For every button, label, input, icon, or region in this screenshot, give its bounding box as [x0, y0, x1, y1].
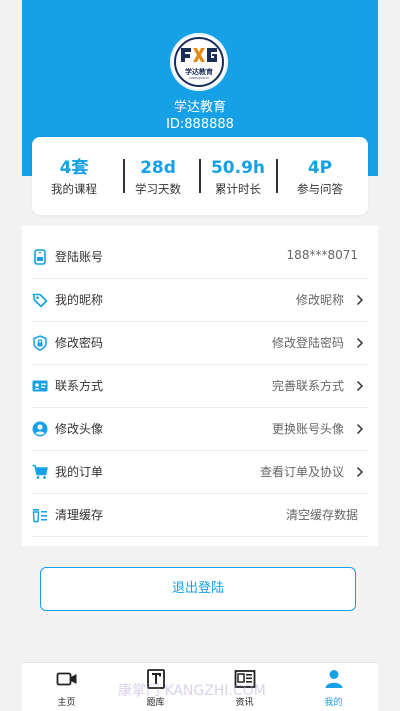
settings-item-value: 完善联系方式	[271, 379, 344, 393]
person-icon	[325, 670, 342, 688]
stat-label: 累计时长	[215, 182, 261, 196]
settings-item-label: 联系方式	[55, 379, 104, 393]
settings-item-account[interactable]: 登陆账号 188***8071	[32, 236, 368, 279]
logo-mark-icon	[181, 48, 217, 62]
settings-item-value: 188***8071	[286, 248, 358, 262]
settings-item-contact[interactable]: 联系方式 完善联系方式	[32, 365, 368, 408]
stats-card: 4套 我的课程 28d 学习天数 50.9h 累计时长 4P 参与问答	[32, 137, 368, 215]
app-screen: 学达教育 XUEDAJIAOYU 学达教育 ID:888888 4套 我的课程 …	[22, 0, 378, 711]
org-logo[interactable]: 学达教育 XUEDAJIAOYU	[170, 33, 228, 91]
shield-lock-icon	[33, 335, 47, 351]
tab-me[interactable]: 我的	[289, 669, 378, 708]
cart-icon	[32, 464, 48, 479]
tag-icon	[32, 293, 48, 308]
user-circle-icon	[32, 421, 48, 437]
stat-label: 我的课程	[51, 182, 97, 196]
settings-item-nickname[interactable]: 我的昵称 修改昵称	[32, 279, 368, 322]
stat-label: 参与问答	[297, 182, 343, 196]
chevron-right-icon	[356, 423, 364, 435]
stat-qa[interactable]: 4P 参与问答	[278, 157, 362, 197]
clear-cache-icon	[32, 509, 47, 523]
settings-item-label: 我的昵称	[55, 293, 104, 307]
settings-item-label: 修改头像	[55, 422, 104, 436]
chevron-right-icon	[356, 294, 364, 306]
settings-item-label: 清理缓存	[55, 508, 104, 522]
stat-label: 学习天数	[135, 182, 181, 196]
settings-item-value: 查看订单及协议	[259, 465, 344, 479]
settings-item-orders[interactable]: 我的订单 查看订单及协议	[32, 451, 368, 494]
settings-item-label: 登陆账号	[55, 250, 104, 264]
settings-item-value: 更换账号头像	[271, 422, 344, 436]
stat-courses[interactable]: 4套 我的课程	[32, 157, 116, 197]
contact-card-icon	[32, 380, 48, 392]
user-id: ID:888888	[166, 117, 234, 132]
settings-item-password[interactable]: 修改密码 修改登陆密码	[32, 322, 368, 365]
org-name: 学达教育	[173, 100, 226, 115]
video-camera-icon	[56, 672, 76, 686]
tab-home[interactable]: 主页	[22, 669, 111, 708]
settings-item-value: 清空缓存数据	[285, 508, 358, 522]
logout-button[interactable]: 退出登陆	[40, 567, 356, 611]
settings-item-clear-cache[interactable]: 清理缓存 清空缓存数据	[32, 494, 368, 537]
chevron-right-icon	[356, 337, 364, 349]
tab-label: 我的	[324, 698, 343, 708]
watermark: 康掌门 KANGZHI.COM	[118, 683, 266, 699]
stat-value: 28d	[140, 158, 176, 178]
chevron-right-icon	[356, 380, 364, 392]
settings-item-label: 修改密码	[55, 336, 104, 350]
settings-item-value: 修改登陆密码	[271, 336, 344, 350]
settings-item-label: 我的订单	[55, 465, 104, 479]
logo-subtext: XUEDAJIAOYU	[188, 76, 210, 80]
stat-study-days[interactable]: 28d 学习天数	[116, 157, 200, 197]
settings-item-avatar[interactable]: 修改头像 更换账号头像	[32, 408, 368, 451]
stat-total-time[interactable]: 50.9h 累计时长	[196, 157, 280, 197]
chevron-right-icon	[356, 466, 364, 478]
stat-value: 4P	[307, 158, 333, 178]
stat-value: 4套	[59, 158, 89, 178]
settings-item-value: 修改昵称	[295, 293, 344, 307]
tab-label: 主页	[57, 698, 76, 708]
logo-badge: 学达教育 XUEDAJIAOYU	[174, 37, 224, 87]
stat-value: 50.9h	[210, 158, 266, 178]
phone-icon	[34, 249, 46, 265]
settings-list: 登陆账号 188***8071 我的昵称 修改昵称 修改密码 修改登陆密码 联系…	[22, 226, 378, 546]
